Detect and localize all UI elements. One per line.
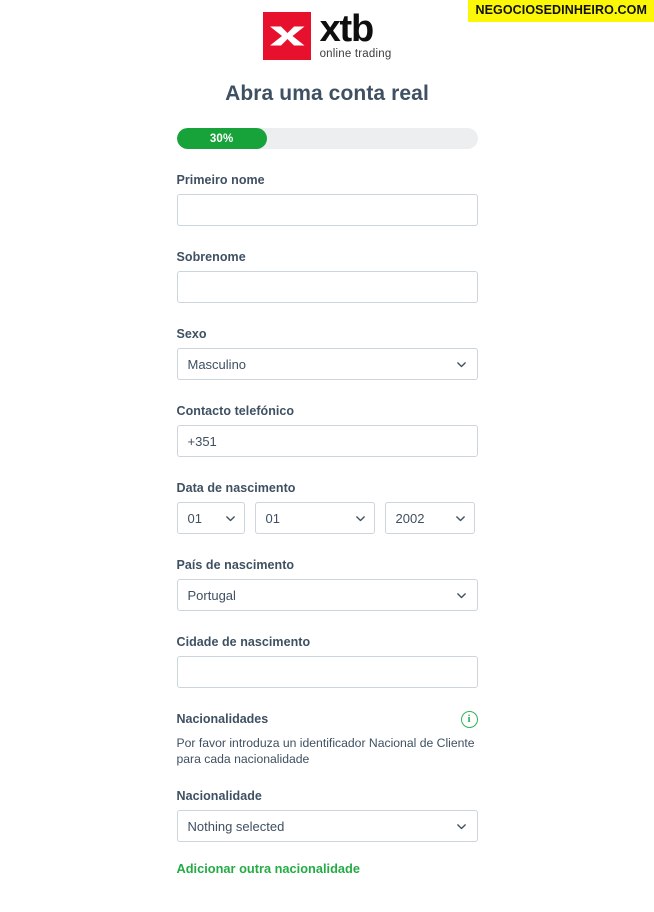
brand-wordmark: xtb: [319, 8, 375, 51]
first-name-label: Primeiro nome: [176, 173, 265, 187]
birth-day-select[interactable]: 01: [176, 502, 245, 534]
last-name-input[interactable]: [176, 271, 478, 303]
page-title: Abra uma conta real: [225, 82, 429, 105]
birth-city-input[interactable]: [176, 656, 478, 688]
field-birth-country: País de nascimento Portugal: [176, 558, 478, 611]
gender-label: Sexo: [176, 327, 207, 341]
field-first-name: Primeiro nome: [176, 173, 478, 226]
chevron-down-icon: [456, 359, 467, 370]
progress-bar-track: 30%: [176, 128, 478, 149]
birth-year-select[interactable]: 2002: [384, 502, 475, 534]
chevron-down-icon: [456, 590, 467, 601]
field-phone: Contacto telefónico: [176, 404, 478, 457]
chevron-down-icon: [455, 513, 466, 524]
nationalities-section: Nacionalidades i Por favor introduza un …: [176, 711, 478, 767]
birth-month-select[interactable]: 01: [254, 502, 375, 534]
field-birth-date: Data de nascimento 01 01 2002: [176, 481, 478, 534]
birth-country-label: País de nascimento: [176, 558, 295, 572]
chevron-down-icon: [456, 821, 467, 832]
progress-percent-label: 30%: [209, 132, 234, 145]
progress-bar-fill: 30%: [176, 128, 267, 149]
nationalities-title: Nacionalidades: [176, 712, 269, 726]
site-watermark-badge: NEGOCIOSEDINHEIRO.COM: [468, 0, 654, 22]
chevron-down-icon: [355, 513, 366, 524]
birth-city-label: Cidade de nascimento: [176, 635, 311, 649]
gender-select[interactable]: Masculino: [176, 348, 478, 380]
gender-selected-value: Masculino: [187, 356, 247, 372]
nationality-label: Nacionalidade: [176, 789, 262, 804]
field-last-name: Sobrenome: [176, 250, 478, 303]
birth-day-value: 01: [187, 510, 202, 526]
nationalities-header: Nacionalidades i: [176, 711, 478, 728]
brand-tagline: online trading: [319, 48, 392, 61]
birth-month-value: 01: [265, 510, 280, 526]
first-name-input[interactable]: [176, 194, 478, 226]
phone-input[interactable]: [176, 425, 478, 457]
birth-country-value: Portugal: [187, 587, 236, 603]
phone-label: Contacto telefónico: [176, 404, 295, 418]
birth-year-value: 2002: [395, 510, 425, 526]
nationality-select[interactable]: Nothing selected: [176, 810, 478, 843]
birth-date-row: 01 01 2002: [176, 502, 478, 534]
chevron-down-icon: [225, 513, 236, 524]
nationalities-help-text: Por favor introduza un identificador Nac…: [176, 736, 475, 767]
birth-date-label: Data de nascimento: [176, 481, 296, 495]
birth-country-select[interactable]: Portugal: [176, 579, 478, 611]
field-gender: Sexo Masculino: [176, 327, 478, 380]
field-birth-city: Cidade de nascimento: [176, 635, 478, 688]
registration-page: xtb online trading Abra uma conta real 3…: [0, 0, 654, 878]
nationality-selected-value: Nothing selected: [187, 818, 285, 834]
field-nationality: Nacionalidade Nothing selected: [176, 789, 478, 843]
add-another-nationality-link[interactable]: Adicionar outra nacionalidade: [177, 861, 360, 876]
xtb-x-mark-icon: [262, 12, 311, 60]
info-circle-icon[interactable]: i: [460, 711, 478, 728]
registration-form: 30% Primeiro nome Sobrenome Sexo Masculi…: [176, 128, 478, 878]
last-name-label: Sobrenome: [176, 250, 246, 264]
